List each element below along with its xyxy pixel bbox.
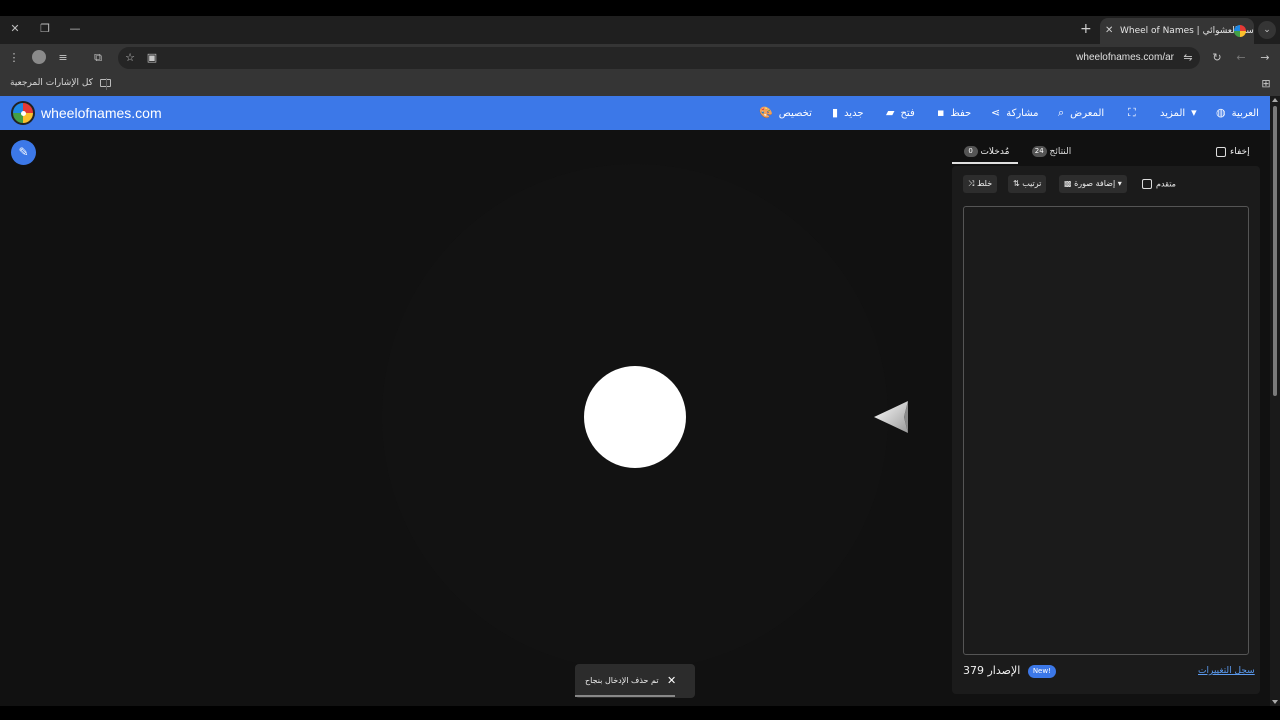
window-restore-icon[interactable]: ❐ — [37, 21, 53, 37]
version-label: الإصدار — [987, 664, 1021, 677]
snackbar-progress — [575, 695, 675, 697]
entries-panel: ⤨ خلط ⇅ ترتيب ▩ إضافة صورة ▾ متقدم 379 ا… — [952, 166, 1260, 694]
results-count-badge: 24 — [1031, 146, 1047, 157]
hide-toggle[interactable]: إخفاء — [1216, 146, 1250, 158]
scroll-thumb[interactable] — [1273, 106, 1277, 396]
palette-icon: 🎨 — [759, 106, 773, 119]
entries-count-badge: 0 — [963, 146, 978, 157]
tab-entries-label: مُدخلات — [980, 147, 1010, 157]
gallery-button[interactable]: ⌕ المعرض — [1058, 96, 1104, 130]
sort-button[interactable]: ⇅ ترتيب — [1008, 175, 1047, 193]
search-icon: ⌕ — [1058, 106, 1065, 119]
screen: ✕ ❐ — + ✕ Wheel of Names | سم العشوائي ⌄… — [0, 0, 1280, 720]
language-label: العربية — [1231, 108, 1259, 119]
version-number: 379 — [963, 664, 984, 677]
fullscreen-icon: ⛶ — [1128, 106, 1136, 119]
save-button[interactable]: ▪ حفظ — [937, 96, 971, 130]
scroll-up-icon[interactable] — [1272, 98, 1278, 102]
more-label: المزيد — [1160, 108, 1186, 119]
new-label: جديد — [844, 108, 864, 119]
wheel-logo-icon[interactable] — [11, 101, 35, 125]
apps-grid-icon[interactable]: ⊞ — [1258, 76, 1274, 92]
shuffle-icon: ⤨ — [968, 179, 975, 188]
share-icon: ⋖ — [991, 106, 1001, 119]
scroll-down-icon[interactable] — [1272, 700, 1278, 704]
snackbar-close-icon[interactable]: ✕ — [667, 664, 676, 698]
shuffle-label: خلط — [976, 179, 993, 188]
shuffle-button[interactable]: ⤨ خلط — [963, 175, 998, 193]
add-image-dropdown[interactable]: ▩ إضافة صورة ▾ — [1059, 175, 1127, 193]
add-image-label: إضافة صورة — [1074, 179, 1116, 188]
url-text: wheelofnames.com/ar — [1076, 52, 1174, 63]
all-bookmarks-item[interactable]: كل الإشارات المرجعية — [10, 72, 111, 94]
bookmarks-divider — [106, 78, 107, 90]
edit-pencil-icon[interactable]: ✎ — [11, 140, 36, 165]
page-content: wheelofnames.com 🎨 تخصيص ▮ جديد ▰ فتح ▪ حفظ … — [0, 96, 1270, 706]
window-close-icon[interactable]: ✕ — [7, 21, 23, 37]
wheel-center-hub[interactable] — [584, 366, 686, 468]
globe-icon: ◍ — [1216, 106, 1226, 119]
gallery-label: المعرض — [1070, 108, 1105, 119]
brand-name[interactable]: wheelofnames.com — [41, 96, 162, 130]
bookmark-star-icon[interactable]: ☆ — [122, 50, 138, 66]
tab-entries[interactable]: 0 مُدخلات — [952, 142, 1018, 164]
window-minimize-icon[interactable]: — — [67, 21, 83, 37]
entries-textarea[interactable] — [963, 206, 1249, 655]
new-badge: New! — [1027, 664, 1056, 678]
advanced-checkbox[interactable] — [1142, 179, 1152, 189]
file-icon: ▮ — [832, 106, 839, 119]
version-info: 379 الإصدار New! — [963, 664, 1056, 678]
site-settings-icon[interactable]: ⇋ — [1180, 50, 1196, 66]
image-icon: ▩ — [1064, 179, 1072, 188]
advanced-toggle[interactable]: متقدم — [1142, 179, 1176, 190]
browser-toolbar: ⋮ ≡ ⧉ ☆ ▣ wheelofnames.com/ar ⇋ ↻ ← → — [0, 44, 1280, 72]
more-menu-button[interactable]: المزيد ▾ — [1160, 96, 1203, 130]
back-icon[interactable]: → — [1257, 50, 1273, 66]
customize-label: تخصيص — [778, 108, 812, 119]
customize-button[interactable]: 🎨 تخصيص — [759, 96, 812, 130]
reload-icon[interactable]: ↻ — [1209, 50, 1225, 66]
cast-icon[interactable]: ▣ — [144, 50, 160, 66]
tab-results[interactable]: 24 النتائج — [1022, 142, 1078, 164]
extensions-icon[interactable]: ⧉ — [90, 50, 106, 66]
caret-down-icon: ▾ — [1191, 106, 1197, 119]
snackbar-message: تم حذف الإدخال بنجاح — [585, 676, 659, 685]
tab-favicon-icon — [1234, 25, 1246, 37]
bookmarks-bar: كل الإشارات المرجعية ⊞ — [0, 72, 1280, 96]
language-button[interactable]: ◍ العربية — [1216, 96, 1259, 130]
share-label: مشاركة — [1006, 108, 1039, 119]
all-bookmarks-label: كل الإشارات المرجعية — [10, 78, 93, 88]
wheel-pointer-icon — [874, 401, 908, 433]
changelog-link[interactable]: سجل التغييرات — [1198, 665, 1255, 677]
profile-avatar[interactable] — [32, 50, 46, 64]
sort-icon: ⇅ — [1013, 179, 1020, 188]
tab-results-label: النتائج — [1049, 147, 1072, 157]
page-scrollbar[interactable] — [1270, 96, 1280, 706]
share-button[interactable]: ⋖ مشاركة — [991, 96, 1039, 130]
browser-tab[interactable]: ✕ Wheel of Names | سم العشوائي — [1100, 18, 1254, 44]
tab-close-icon[interactable]: ✕ — [1105, 18, 1113, 44]
reading-list-icon[interactable]: ≡ — [55, 50, 71, 66]
sort-label: ترتيب — [1022, 179, 1042, 188]
caret-down-icon: ▾ — [1117, 179, 1122, 188]
folder-open-icon: ▰ — [886, 106, 895, 119]
tab-search-icon[interactable]: ⌄ — [1258, 21, 1276, 39]
floppy-icon: ▪ — [937, 106, 945, 119]
open-label: فتح — [900, 108, 915, 119]
forward-icon[interactable]: ← — [1233, 50, 1249, 66]
address-bar[interactable]: ☆ ▣ wheelofnames.com/ar ⇋ — [118, 47, 1200, 69]
app-navbar: wheelofnames.com 🎨 تخصيص ▮ جديد ▰ فتح ▪ حفظ … — [0, 96, 1270, 130]
snackbar: تم حذف الإدخال بنجاح ✕ — [575, 664, 695, 698]
advanced-label: متقدم — [1156, 179, 1176, 189]
open-button[interactable]: ▰ فتح — [886, 96, 915, 130]
new-button[interactable]: ▮ جديد — [832, 96, 864, 130]
save-label: حفظ — [950, 108, 972, 119]
hide-checkbox[interactable] — [1216, 146, 1226, 157]
new-tab-icon[interactable]: + — [1080, 21, 1092, 37]
fullscreen-button[interactable]: ⛶ — [1128, 96, 1142, 130]
menu-dots-icon[interactable]: ⋮ — [6, 50, 22, 66]
browser-tabstrip: ✕ ❐ — + ✕ Wheel of Names | سم العشوائي ⌄ — [0, 16, 1280, 44]
hide-label: إخفاء — [1230, 147, 1250, 157]
